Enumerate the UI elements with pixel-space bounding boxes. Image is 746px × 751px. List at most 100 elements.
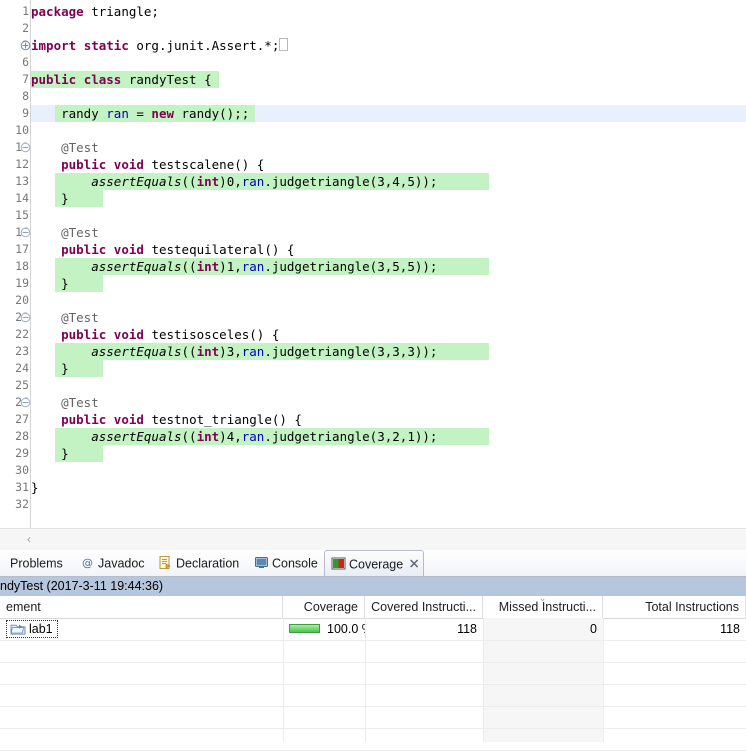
code-token: } [31,276,69,291]
code-line[interactable]: import static org.junit.Assert.*; [31,37,289,54]
coverage-table[interactable]: ement Coverage Covered Instructi... Missed … [0,596,746,751]
tab-console[interactable]: Console [248,550,322,576]
code-line[interactable]: public void testscalene() { [31,156,264,173]
code-line[interactable]: @Test [31,139,99,156]
code-line[interactable]: randy ran = new randy();; [31,105,249,122]
code-line[interactable]: public void testequilateral() { [31,241,294,258]
sort-descending-icon: ⌄ [538,596,547,603]
code-token: .judgetriangle(3,5,5)); [264,259,438,274]
code-token: assertEquals [91,344,182,359]
code-token: } [31,361,69,376]
tab-problems[interactable]: Problems [4,550,68,576]
fold-collapse-icon[interactable] [20,397,31,408]
line-number: 30 [0,462,30,479]
column-header-ement[interactable]: ement [0,596,283,618]
line-number-label: 15 [15,208,29,222]
code-token: int [196,259,220,274]
line-number: 3 [0,37,31,54]
fold-expand-icon[interactable] [20,40,31,51]
code-token: randyTest { [128,72,212,87]
code-token: class [83,72,129,87]
line-number-label: 2 [22,21,29,35]
code-token: new [151,106,182,121]
line-number-label: 10 [15,123,29,137]
code-line[interactable]: assertEquals((int)3,ran.judgetriangle(3,… [31,343,437,360]
code-line[interactable]: } [31,445,69,462]
line-number: 6 [0,54,30,71]
line-number: 22 [0,326,30,343]
editor-line-number-ruler[interactable]: 1236789101112131415161718192021222324252… [0,0,31,528]
line-number-label: 7 [22,72,29,86]
editor-horizontal-scrollbar[interactable]: ‹ [0,528,746,550]
code-line[interactable]: @Test [31,394,99,411]
column-header-label: ement [6,600,41,614]
column-header-covered-instructi-[interactable]: Covered Instructi... [365,596,483,618]
code-token: @Test [31,395,99,410]
java-editor[interactable]: 1236789101112131415161718192021222324252… [0,0,746,528]
eclipse-window: 1236789101112131415161718192021222324252… [0,0,746,751]
line-number-label: 1 [22,4,29,18]
tab-javadoc[interactable]: @ Javadoc [74,550,148,576]
code-token: randy();; [181,106,250,121]
close-icon[interactable] [408,553,421,568]
code-line[interactable]: assertEquals((int)0,ran.judgetriangle(3,… [31,173,437,190]
code-line[interactable]: } [31,360,69,377]
code-token: randy [31,106,107,121]
code-token: = [128,106,152,121]
code-line[interactable]: assertEquals((int)4,ran.judgetriangle(3,… [31,428,437,445]
code-line[interactable]: @Test [31,309,99,326]
line-number: 10 [0,122,30,139]
code-line[interactable]: public void testisosceles() { [31,326,279,343]
tab-declaration[interactable]: Declaration [152,550,248,576]
tab-label: Console [272,556,318,571]
line-number: 9 [0,105,30,122]
code-line[interactable]: assertEquals((int)1,ran.judgetriangle(3,… [31,258,437,275]
code-line[interactable]: package triangle; [31,3,159,20]
coverage-table-header[interactable]: ement Coverage Covered Instructi... Missed … [0,596,746,619]
line-number: 15 [0,207,30,224]
code-token: testequilateral() { [151,242,295,257]
code-token: static [83,38,137,53]
code-token: public [61,327,114,342]
fold-collapse-icon[interactable] [20,142,31,153]
column-header-missed-instructi-[interactable]: Missed Instructi... ⌄ [483,596,603,618]
scroll-left-arrow-icon[interactable]: ‹ [22,532,36,546]
code-line[interactable]: } [31,479,39,496]
fold-collapse-icon[interactable] [20,227,31,238]
line-number-label: 31 [15,480,29,494]
code-line[interactable]: @Test [31,224,99,241]
line-number: 23 [0,343,30,360]
line-number-label: 27 [15,412,29,426]
fold-collapse-icon[interactable] [20,312,31,323]
cell-element[interactable]: lab1 [0,618,283,640]
column-header-total-instructions[interactable]: Total Instructions [603,596,746,618]
line-number: 8 [0,88,30,105]
code-line[interactable]: public class randyTest { [31,71,212,88]
editor-code-area[interactable]: package triangle; import static org.junit… [31,0,746,528]
code-token: )1, [219,259,242,274]
column-header-coverage[interactable]: Coverage [283,596,365,618]
column-header-label: Coverage [303,600,358,614]
line-number: 20 [0,292,30,309]
code-line[interactable]: } [31,275,69,292]
code-token: void [113,242,152,257]
line-number-label: 25 [15,378,29,392]
code-token: int [196,429,220,444]
code-token: void [113,412,152,427]
tab-coverage[interactable]: Coverage [324,550,424,576]
code-token: @Test [31,225,99,240]
line-number-label: 32 [15,497,29,511]
code-line[interactable]: } [31,190,69,207]
line-number: 29 [0,445,30,462]
row-gridline [0,640,746,641]
line-number: 21 [0,309,31,326]
code-token: testscalene() { [151,157,265,172]
line-number: 2 [0,20,30,37]
code-line[interactable]: public void testnot_triangle() { [31,411,302,428]
table-row[interactable]: lab1 100.0 % 118 0 118 [0,618,746,640]
coverage-session-header: ndyTest (2017-3-11 19:44:36) [0,577,746,596]
